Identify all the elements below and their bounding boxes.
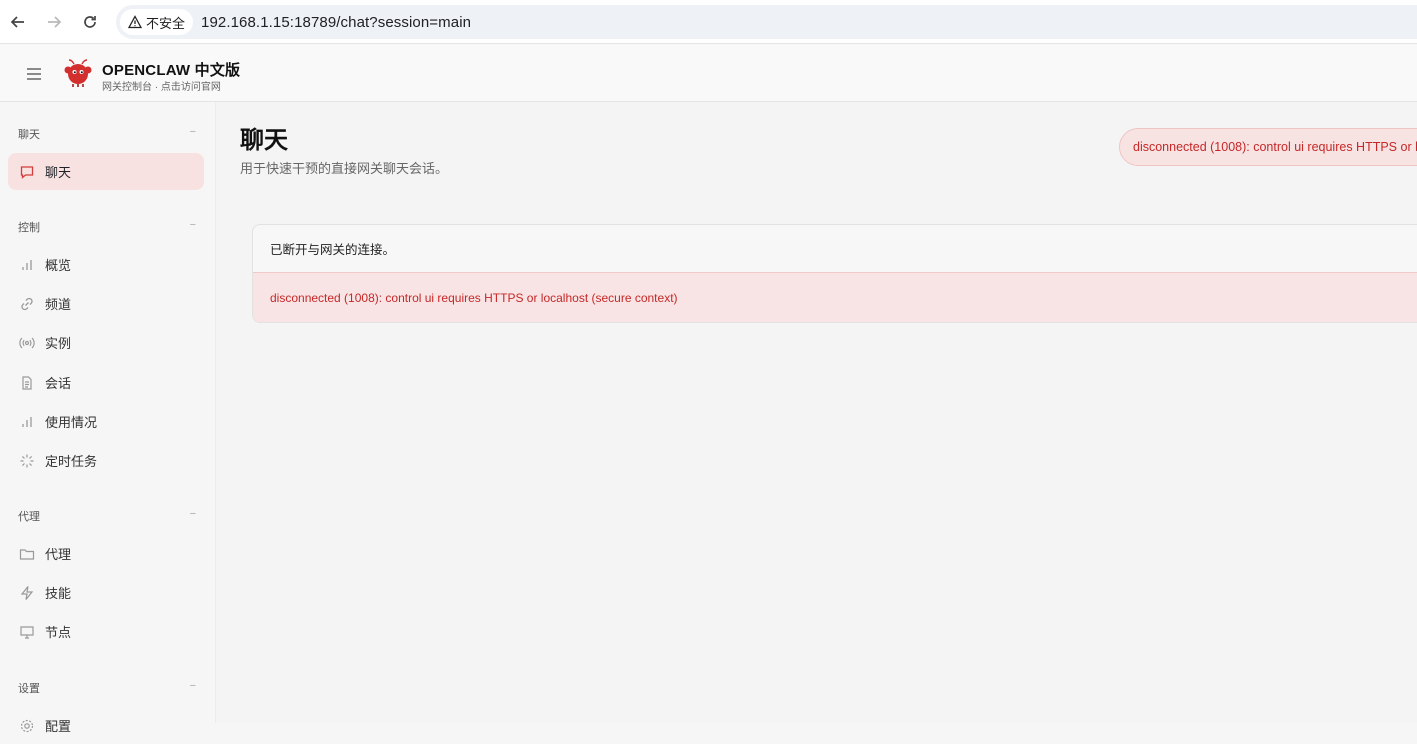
- security-label: 不安全: [146, 15, 186, 31]
- page-title: 聊天: [240, 127, 288, 154]
- sidebar-item-label: 节点: [45, 625, 72, 640]
- monitor-icon: [19, 624, 35, 640]
- message-icon: [19, 164, 35, 180]
- openclaw-logo[interactable]: [63, 58, 93, 88]
- sidebar-item-label: 配置: [45, 719, 72, 734]
- brand-subtitle[interactable]: 网关控制台 · 点击访问官网: [102, 78, 221, 93]
- app-header: OPENCLAW 中文版 网关控制台 · 点击访问官网: [0, 45, 1417, 102]
- sidebar-item-config[interactable]: 配置: [8, 707, 204, 744]
- disconnected-notice: 已断开与网关的连接。: [253, 225, 1417, 273]
- security-indicator[interactable]: 不安全: [120, 9, 194, 35]
- section-chat[interactable]: 聊天 −: [18, 126, 196, 142]
- sidebar-item-instances[interactable]: 实例: [8, 324, 204, 361]
- section-label: 设置: [18, 683, 40, 695]
- sidebar-item-label: 会话: [45, 376, 72, 391]
- document-icon: [19, 375, 35, 391]
- reload-button[interactable]: [72, 0, 108, 44]
- brand-title[interactable]: OPENCLAW 中文版: [102, 59, 240, 80]
- sidebar-item-cron-jobs[interactable]: 定时任务: [8, 442, 204, 479]
- section-label: 聊天: [18, 129, 40, 141]
- page-subtitle: 用于快速干预的直接网关聊天会话。: [240, 161, 449, 176]
- section-settings[interactable]: 设置 −: [18, 680, 196, 696]
- sidebar-item-skills[interactable]: 技能: [8, 574, 204, 611]
- link-icon: [19, 296, 35, 312]
- sidebar: 聊天 − 聊天 控制 − 概览 频道 实例 会话 使用情况 定时任务 代理 −: [0, 102, 216, 734]
- sidebar-item-nodes[interactable]: 节点: [8, 613, 204, 650]
- bar-chart-icon: [19, 257, 35, 273]
- reload-icon: [84, 15, 96, 28]
- lightning-icon: [19, 585, 35, 601]
- sidebar-item-sessions[interactable]: 会话: [8, 364, 204, 401]
- connection-status-badge: disconnected (1008): control ui requires…: [1119, 128, 1417, 166]
- sidebar-item-overview[interactable]: 概览: [8, 246, 204, 283]
- address-bar[interactable]: 不安全 192.168.1.15:18789/chat?session=main: [116, 5, 1417, 39]
- sidebar-item-chat[interactable]: 聊天: [8, 153, 204, 190]
- settings-icon: [19, 718, 35, 734]
- collapse-icon[interactable]: −: [190, 508, 196, 524]
- hamburger-icon: [27, 68, 41, 80]
- warning-icon: [128, 15, 142, 29]
- sidebar-item-agents[interactable]: 代理: [8, 535, 204, 572]
- bar-chart-icon: [19, 414, 35, 430]
- error-message: disconnected (1008): control ui requires…: [253, 273, 1417, 322]
- browser-toolbar: 不安全 192.168.1.15:18789/chat?session=main: [0, 0, 1417, 44]
- forward-button[interactable]: [36, 0, 72, 44]
- sidebar-item-usage[interactable]: 使用情况: [8, 403, 204, 440]
- menu-button[interactable]: [24, 64, 44, 84]
- section-label: 控制: [18, 222, 40, 234]
- section-agents[interactable]: 代理 −: [18, 508, 196, 524]
- sidebar-item-label: 实例: [45, 336, 72, 351]
- back-button[interactable]: [0, 0, 36, 44]
- url-text[interactable]: 192.168.1.15:18789/chat?session=main: [201, 14, 471, 31]
- section-label: 代理: [18, 511, 40, 523]
- broadcast-icon: [19, 335, 35, 351]
- arrow-left-icon: [10, 15, 24, 28]
- lobster-logo-icon: [64, 59, 92, 87]
- collapse-icon[interactable]: −: [190, 126, 196, 142]
- main-content: 聊天 用于快速干预的直接网关聊天会话。 disconnected (1008):…: [216, 102, 1417, 723]
- chat-status-card: 已断开与网关的连接。 disconnected (1008): control …: [252, 224, 1417, 323]
- arrow-right-icon: [48, 15, 62, 28]
- sidebar-item-label: 频道: [45, 297, 72, 312]
- sidebar-item-label: 定时任务: [45, 454, 98, 469]
- sidebar-item-channels[interactable]: 频道: [8, 285, 204, 322]
- sidebar-item-label: 概览: [45, 258, 72, 273]
- sidebar-item-label: 聊天: [45, 165, 72, 180]
- loader-icon: [19, 453, 35, 469]
- sidebar-item-label: 使用情况: [45, 415, 98, 430]
- folder-icon: [19, 546, 35, 562]
- section-control[interactable]: 控制 −: [18, 219, 196, 235]
- sidebar-item-label: 技能: [45, 586, 72, 601]
- sidebar-item-label: 代理: [45, 547, 72, 562]
- collapse-icon[interactable]: −: [190, 219, 196, 235]
- collapse-icon[interactable]: −: [190, 680, 196, 696]
